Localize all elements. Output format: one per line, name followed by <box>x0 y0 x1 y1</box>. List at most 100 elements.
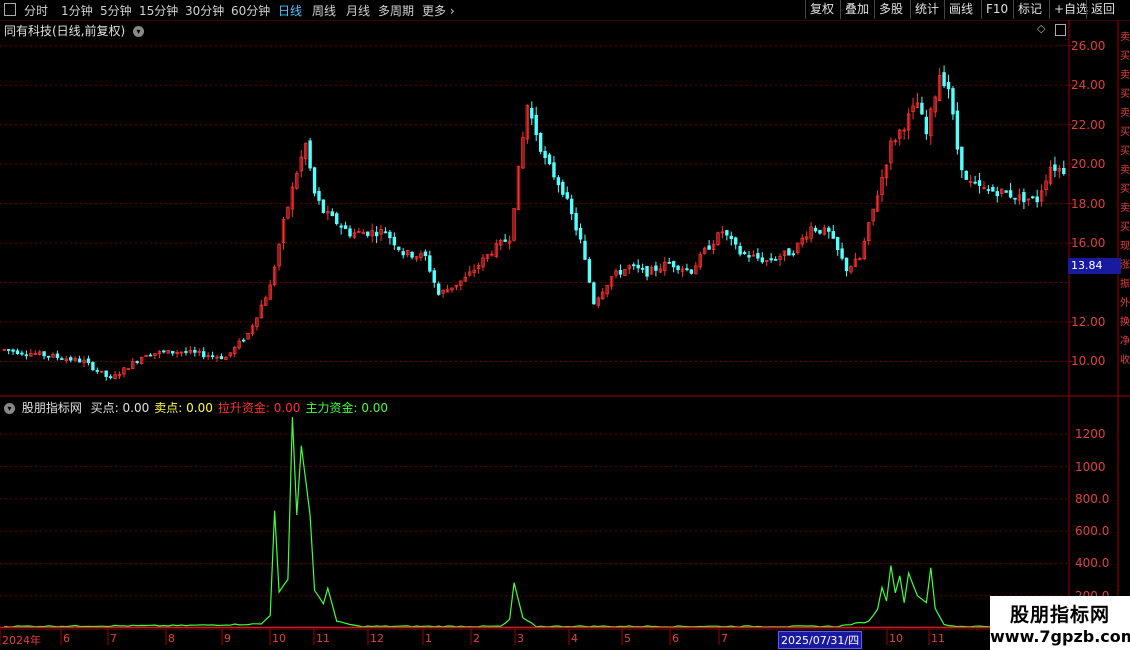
price-tick-label: 18.00 <box>1071 196 1106 211</box>
candle-body <box>565 192 569 199</box>
candle-body <box>1008 190 1013 198</box>
candle-body <box>813 227 818 232</box>
date-tick-label: 3 <box>517 632 524 645</box>
price-tick-label: 12.00 <box>1071 315 1106 329</box>
candle-body <box>946 81 951 90</box>
candle-body <box>671 261 676 268</box>
title-dropdown-icon[interactable]: ▾ <box>133 26 145 37</box>
candle-body <box>397 246 401 250</box>
date-tick-label: 12 <box>370 632 384 645</box>
indicator-tick-label: 1000 <box>1075 459 1106 474</box>
candle-body <box>787 248 791 256</box>
price-tick-label: 22.00 <box>1071 117 1106 132</box>
candle-body <box>534 114 538 136</box>
candle-body <box>343 225 348 230</box>
price-panel-title[interactable]: 同有科技(日线,前复权) ▾ <box>4 22 145 39</box>
date-tick-label: 9 <box>224 632 231 645</box>
indicator-tick-label: 1200 <box>1075 427 1106 442</box>
candle-body <box>685 268 689 271</box>
candle-body <box>366 231 370 236</box>
candle-body <box>503 239 507 242</box>
candle-body <box>618 269 623 275</box>
candle-body <box>973 181 977 184</box>
indicator-tick-label: 400.0 <box>1075 556 1110 571</box>
indicator-value-1: 卖点: 0.00 <box>154 401 213 415</box>
candle-body <box>742 252 747 255</box>
candle-body <box>831 231 835 239</box>
candle-body <box>135 361 139 363</box>
candle-body <box>924 116 929 135</box>
candle-body <box>844 257 849 272</box>
candle-body <box>773 258 778 261</box>
candle-body <box>202 351 206 358</box>
candle-body <box>645 266 649 277</box>
candle-body <box>977 180 982 187</box>
candle-body <box>162 350 166 353</box>
date-tick-label: 10 <box>272 632 286 645</box>
candle-body <box>24 354 29 357</box>
candle-body <box>552 162 556 178</box>
candle-body <box>760 257 765 263</box>
candle-body <box>77 358 82 363</box>
price-tick-label: 24.00 <box>1071 78 1106 93</box>
date-tick-label: 8 <box>168 632 175 645</box>
candle-body <box>11 349 15 352</box>
candle-body <box>312 167 317 194</box>
candle-body <box>374 231 379 237</box>
candle-body <box>428 255 432 272</box>
candle-body <box>640 267 645 270</box>
candle-body <box>995 191 999 197</box>
candle-body <box>308 140 312 169</box>
candle-body <box>1035 196 1039 203</box>
candle-body <box>126 368 131 371</box>
candle-body <box>148 354 153 357</box>
candle-body <box>392 236 397 246</box>
price-tick-label: 10.00 <box>1071 354 1106 369</box>
candle-body <box>991 187 995 192</box>
candle-body <box>432 270 436 283</box>
date-tick-label: 2024年 <box>2 634 41 647</box>
candle-body <box>747 254 751 258</box>
watermark-logo: 股朋指标网 www.7gpzb.com <box>990 596 1130 650</box>
candle-body <box>556 177 561 186</box>
indicator-value-3: 主力资金: 0.00 <box>305 401 389 415</box>
candle-body <box>423 251 428 256</box>
candle-body <box>60 358 64 361</box>
stock-chart[interactable] <box>0 0 1130 650</box>
candle-body <box>6 349 11 351</box>
candle-body <box>1013 197 1017 200</box>
diamond-icon[interactable]: ◇ <box>1037 22 1045 35</box>
date-tick-label: 4 <box>571 632 578 645</box>
candle-body <box>756 253 760 259</box>
candle-body <box>69 357 73 361</box>
candle-body <box>538 133 543 152</box>
candle-body <box>46 355 51 358</box>
indicator-tick-label: 800.0 <box>1075 491 1110 506</box>
candle-body <box>104 370 108 377</box>
candle-body <box>734 237 738 245</box>
candle-body <box>1062 167 1066 175</box>
indicator-panel-title: ▾ 股朋指标网 买点: 0.00 卖点: 0.00 拉升资金: 0.00 主力资金: … <box>4 399 388 416</box>
candle-body <box>219 356 224 360</box>
candle-body <box>86 358 91 364</box>
indicator-dropdown-icon[interactable]: ▾ <box>4 403 15 414</box>
panel-toggle-icon[interactable] <box>1055 24 1066 36</box>
candle-body <box>1004 190 1008 193</box>
candle-body <box>676 265 680 271</box>
candle-body <box>689 269 694 274</box>
candle-body <box>951 88 955 115</box>
candle-body <box>15 350 20 354</box>
candle-body <box>401 251 405 256</box>
indicator-tick-label: 600.0 <box>1075 524 1110 539</box>
candle-body <box>986 189 991 191</box>
candle-body <box>241 339 246 342</box>
date-tick-label: 6 <box>63 632 70 645</box>
candle-body <box>574 213 578 231</box>
candle-body <box>920 102 924 115</box>
candle-body <box>42 351 46 357</box>
candle-body <box>729 235 733 240</box>
watermark-title: 股朋指标网 <box>1009 604 1110 626</box>
candle-body <box>317 191 321 201</box>
side-panel-strip[interactable]: 卖买卖买卖买买卖买卖买现涨振外换净收 <box>1120 28 1130 370</box>
date-tick-label: 1 <box>425 632 432 645</box>
